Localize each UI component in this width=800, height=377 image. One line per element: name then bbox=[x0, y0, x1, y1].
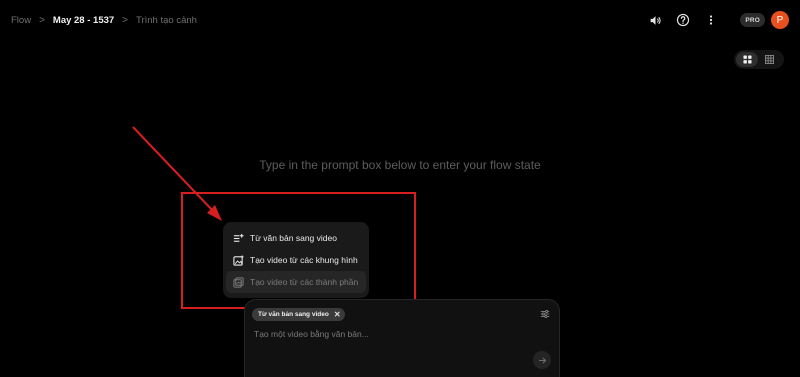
grid-small-view-button[interactable] bbox=[758, 52, 780, 67]
empty-state-message: Type in the prompt box below to enter yo… bbox=[259, 158, 541, 172]
prompt-box: Từ văn bản sang video ✕ bbox=[244, 299, 560, 377]
text-to-video-icon bbox=[232, 232, 245, 245]
breadcrumb-project[interactable]: May 28 - 1537 bbox=[53, 15, 114, 26]
mode-chip-label: Từ văn bản sang video bbox=[258, 311, 329, 318]
grid-large-view-button[interactable] bbox=[736, 52, 758, 67]
breadcrumb: Flow > May 28 - 1537 > Trình tạo cảnh bbox=[11, 13, 197, 27]
arrow-right-icon bbox=[538, 357, 546, 363]
menu-item-label: Từ văn bản sang video bbox=[250, 233, 337, 243]
breadcrumb-page: Trình tạo cảnh bbox=[136, 14, 197, 26]
settings-sliders-icon[interactable] bbox=[539, 308, 551, 320]
view-toggle bbox=[734, 50, 784, 69]
prompt-input[interactable] bbox=[254, 329, 534, 339]
send-button[interactable] bbox=[533, 351, 551, 369]
volume-icon[interactable] bbox=[644, 9, 666, 31]
help-icon[interactable] bbox=[672, 9, 694, 31]
header-actions: PRO P bbox=[638, 9, 789, 31]
chevron-right-icon: > bbox=[122, 14, 129, 26]
menu-item-text-to-video[interactable]: Từ văn bản sang video bbox=[226, 227, 366, 249]
mode-menu: Từ văn bản sang video Tạo video từ các k… bbox=[223, 222, 369, 298]
plan-badge: PRO bbox=[740, 13, 765, 27]
menu-item-label: Tạo video từ các thành phần bbox=[250, 277, 359, 287]
breadcrumb-root-link[interactable]: Flow bbox=[11, 15, 31, 26]
menu-item-frames-to-video[interactable]: Tạo video từ các khung hình bbox=[226, 249, 366, 271]
more-vert-icon[interactable] bbox=[700, 9, 722, 31]
close-icon[interactable]: ✕ bbox=[334, 310, 341, 319]
menu-item-ingredients-to-video[interactable]: Tạo video từ các thành phần bbox=[226, 271, 366, 293]
chevron-right-icon: > bbox=[39, 14, 45, 26]
grid-small-icon bbox=[764, 55, 774, 64]
frames-to-video-icon bbox=[232, 254, 245, 267]
ingredients-to-video-icon bbox=[232, 276, 245, 289]
menu-item-label: Tạo video từ các khung hình bbox=[250, 255, 358, 265]
mode-chip[interactable]: Từ văn bản sang video ✕ bbox=[252, 308, 345, 321]
avatar[interactable]: P bbox=[771, 11, 789, 29]
grid-large-icon bbox=[742, 55, 752, 64]
